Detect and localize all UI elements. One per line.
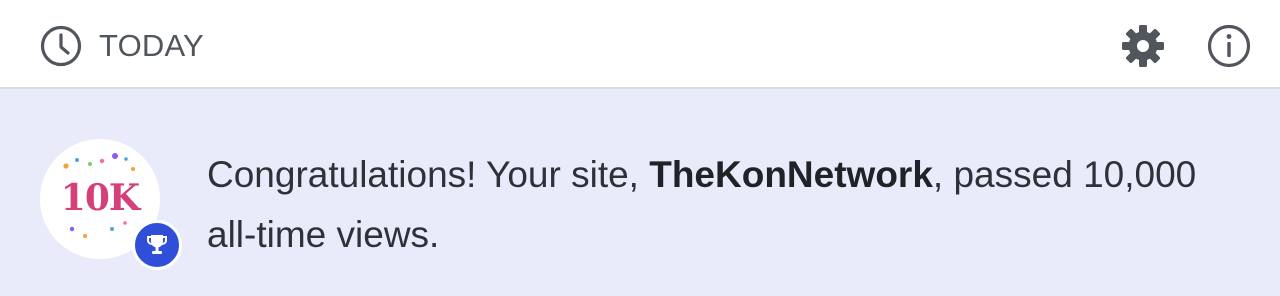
gear-icon[interactable] [1119, 22, 1167, 70]
info-icon[interactable] [1206, 23, 1252, 69]
site-name: TheKonNetwork [649, 154, 933, 195]
clock-icon [39, 24, 83, 68]
trophy-icon [132, 220, 182, 270]
notification-message: Congratulations! Your site, TheKonNetwor… [207, 145, 1247, 265]
milestone-notification: 10K Congratulations! Your site, TheKonNe… [0, 89, 1280, 296]
header-title: TODAY [99, 28, 204, 63]
message-prefix: Congratulations! Your site, [207, 154, 650, 195]
milestone-badge-text: 10K [60, 177, 140, 219]
today-header: TODAY [0, 0, 1280, 89]
